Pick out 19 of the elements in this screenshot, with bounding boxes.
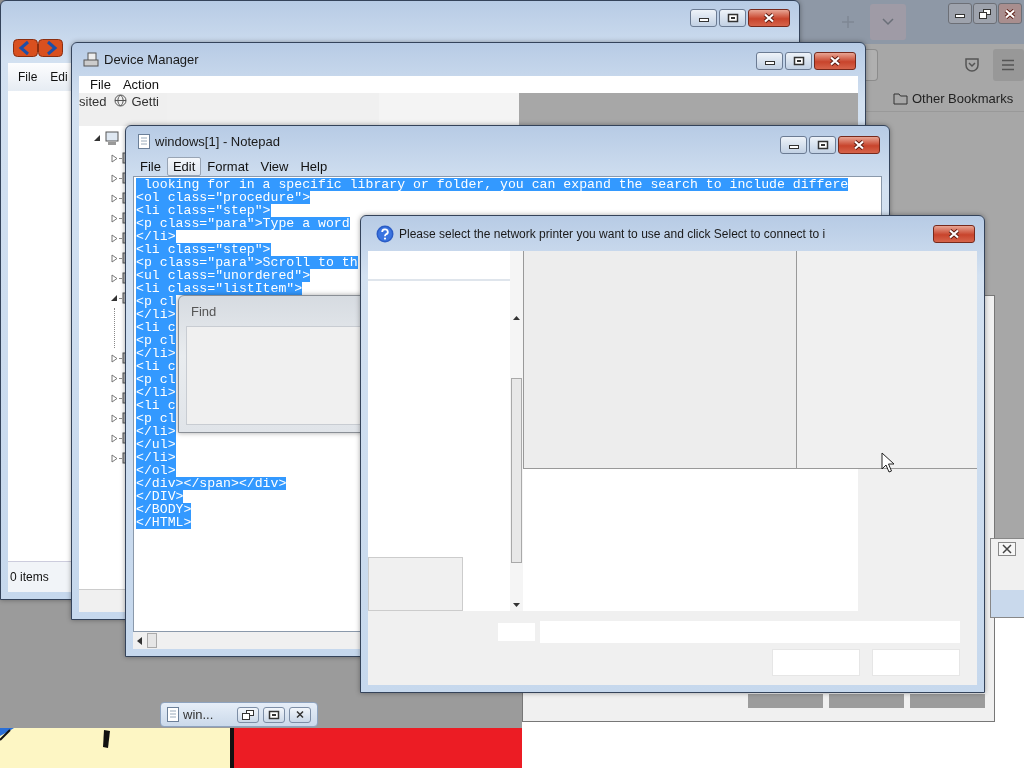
menu-item[interactable]: File [134, 156, 167, 176]
window-title: Device Manager [104, 52, 199, 67]
menu-item[interactable]: File [18, 70, 38, 84]
menu-item[interactable]: Action [122, 77, 160, 92]
menu-item[interactable]: Format [201, 156, 255, 176]
menu-item[interactable]: Edit [166, 156, 202, 176]
minimized-window[interactable]: win... [160, 702, 318, 727]
bookmark-item[interactable]: sited [79, 94, 107, 109]
window-title: windows[1] - Notepad [155, 133, 280, 149]
bookmark-item[interactable]: Getti [131, 94, 159, 109]
status-text: 0 items [10, 570, 49, 584]
bookmark-item[interactable]: Other Bookmarks [893, 90, 1014, 106]
menu-item[interactable]: Edi [50, 70, 68, 84]
window-title: Find [191, 303, 217, 319]
menu-item[interactable]: File [90, 77, 111, 92]
menu-item[interactable]: View [254, 156, 295, 176]
window-title: win... [183, 707, 214, 722]
menu-item[interactable]: Help [294, 156, 334, 176]
window-title: Please select the network printer you want to use and click Select to connect to i [399, 226, 826, 241]
